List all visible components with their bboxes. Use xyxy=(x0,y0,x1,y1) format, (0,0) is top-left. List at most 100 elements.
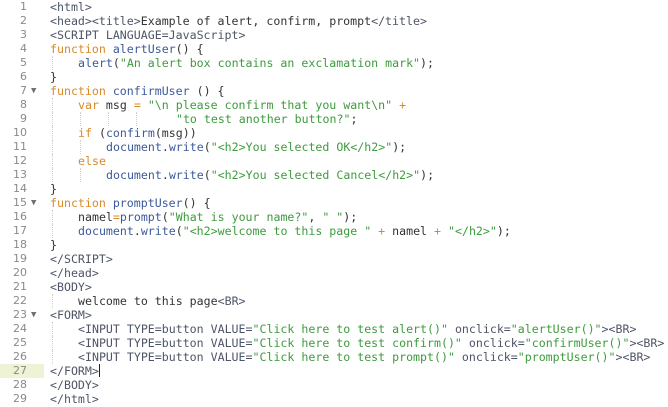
code-text: function promptUser() { xyxy=(50,196,211,210)
line-number: 15 xyxy=(13,196,27,209)
code-line[interactable]: 28 </BODY> xyxy=(0,378,668,392)
indent-guide xyxy=(52,168,53,182)
code-token: ( xyxy=(175,224,183,238)
code-token: write xyxy=(140,224,176,238)
line-gutter: 9 xyxy=(0,112,44,126)
code-line[interactable]: 10 if (confirm(msg)) xyxy=(0,126,668,140)
code-token: ><BR> xyxy=(601,322,637,336)
code-line[interactable]: 5 alert("An alert box contains an exclama… xyxy=(0,56,668,70)
line-number: 4 xyxy=(20,42,27,55)
line-number: 6 xyxy=(20,70,27,83)
code-token: ><BR> xyxy=(615,350,651,364)
code-token: var xyxy=(78,98,106,112)
code-token: onclick= xyxy=(454,350,518,364)
code-text: namel=prompt("What is your name?", " "); xyxy=(78,210,357,224)
code-line[interactable]: 14} xyxy=(0,182,668,196)
code-line[interactable]: 16 namel=prompt("What is your name?", " "… xyxy=(0,210,668,224)
code-text: <head><title>Example of alert, confirm, … xyxy=(50,14,427,28)
code-token: <INPUT TYPE=button VALUE= xyxy=(78,336,253,350)
indent-guide xyxy=(52,350,53,364)
line-number: 26 xyxy=(13,350,27,363)
line-gutter: 29 xyxy=(0,392,44,406)
line-number: 17 xyxy=(13,224,27,237)
code-text: </SCRIPT> xyxy=(50,252,113,266)
code-text: </FORM> xyxy=(50,364,100,378)
code-line[interactable]: 22 welcome to this page<BR> xyxy=(0,294,668,308)
code-token: function xyxy=(50,42,113,56)
code-line[interactable]: 7 ▼ function confirmUser () { xyxy=(0,84,668,98)
line-number: 28 xyxy=(13,378,27,391)
code-line[interactable]: 24 <INPUT TYPE=button VALUE="Click here t… xyxy=(0,322,668,336)
code-line[interactable]: 2 <head><title>Example of alert, confirm,… xyxy=(0,14,668,28)
code-token: ); xyxy=(392,140,407,154)
line-number: 27 xyxy=(13,364,27,377)
indent-guide xyxy=(52,336,53,350)
line-number: 7 xyxy=(20,84,27,97)
code-token: "Click here to test confirm()" xyxy=(252,336,462,350)
code-line[interactable]: 20 </head> xyxy=(0,266,668,280)
code-editor[interactable]: 1 <html> 2 <head><title>Example of alert, c… xyxy=(0,0,668,407)
code-token: () { xyxy=(175,42,204,56)
code-token: msg xyxy=(105,98,134,112)
code-line[interactable]: 21 <BODY> xyxy=(0,280,668,294)
code-line[interactable]: 13 document.write("<h2>You selected Cance… xyxy=(0,168,668,182)
code-token: + xyxy=(434,224,448,238)
code-line[interactable]: 23 ▼ <FORM> xyxy=(0,308,668,322)
code-token: () { xyxy=(182,196,211,210)
code-token: alert xyxy=(78,56,113,70)
code-token: ( xyxy=(98,126,106,140)
code-line[interactable]: 29 </html> xyxy=(0,392,668,406)
code-token: "What is your name?" xyxy=(168,210,309,224)
line-number: 9 xyxy=(20,112,27,125)
line-gutter: 11 xyxy=(0,140,44,154)
code-line[interactable]: 18} xyxy=(0,238,668,252)
code-line[interactable]: 4 function alertUser() { xyxy=(0,42,668,56)
code-token: onclick= xyxy=(461,336,525,350)
code-line[interactable]: 26 <INPUT TYPE=button VALUE="Click here t… xyxy=(0,350,668,364)
code-line[interactable]: 8 var msg = "\n please confirm that you w… xyxy=(0,98,668,112)
fold-arrow-icon[interactable]: ▼ xyxy=(31,308,36,322)
line-gutter: 25 xyxy=(0,336,44,350)
indent-guide xyxy=(52,112,53,126)
indent-guide xyxy=(80,112,81,126)
code-text: <BODY> xyxy=(50,280,92,294)
code-line[interactable]: 11 document.write("<h2>You selected OK</h… xyxy=(0,140,668,154)
code-text: document.write("<h2>welcome to this page… xyxy=(78,224,511,238)
code-token: ( xyxy=(112,56,120,70)
line-number: 22 xyxy=(13,294,27,307)
code-line[interactable]: 17 document.write("<h2>welcome to this pa… xyxy=(0,224,668,238)
code-text: welcome to this page<BR> xyxy=(78,294,246,308)
code-token: + xyxy=(399,98,407,112)
line-gutter: 14 xyxy=(0,182,44,196)
line-gutter: 3 xyxy=(0,28,44,42)
code-token: . xyxy=(133,224,141,238)
code-token: confirmUser xyxy=(112,84,190,98)
code-text: if (confirm(msg)) xyxy=(78,126,197,140)
code-text: else xyxy=(78,154,106,168)
line-gutter: 8 xyxy=(0,98,44,112)
code-text: function alertUser() { xyxy=(50,42,204,56)
code-line[interactable]: 1 <html> xyxy=(0,0,668,14)
line-number: 20 xyxy=(13,266,27,279)
indent-guide xyxy=(52,224,53,238)
code-token: , xyxy=(308,210,323,224)
code-line[interactable]: 19 </SCRIPT> xyxy=(0,252,668,266)
code-line[interactable]: 9 "to test another button?"; xyxy=(0,112,668,126)
line-number: 3 xyxy=(20,28,27,41)
code-line[interactable]: 6} xyxy=(0,70,668,84)
code-token: "<h2>You selected OK</h2>" xyxy=(210,140,393,154)
code-line[interactable]: 25 <INPUT TYPE=button VALUE="Click here t… xyxy=(0,336,668,350)
code-line[interactable]: 27 </FORM> xyxy=(0,364,668,378)
code-token: ); xyxy=(420,56,435,70)
code-line[interactable]: 3 <SCRIPT LANGUAGE=JavaScript> xyxy=(0,28,668,42)
line-gutter: 16 xyxy=(0,210,44,224)
code-line[interactable]: 15 ▼ function promptUser() { xyxy=(0,196,668,210)
code-token: </head> xyxy=(50,266,99,280)
code-token: confirm xyxy=(105,126,155,140)
fold-arrow-icon[interactable]: ▼ xyxy=(31,196,36,210)
fold-arrow-icon[interactable]: ▼ xyxy=(31,84,36,98)
code-token: </title> xyxy=(371,14,427,28)
code-token: ( xyxy=(203,140,211,154)
code-line[interactable]: 12 else xyxy=(0,154,668,168)
code-token: ( xyxy=(203,168,211,182)
